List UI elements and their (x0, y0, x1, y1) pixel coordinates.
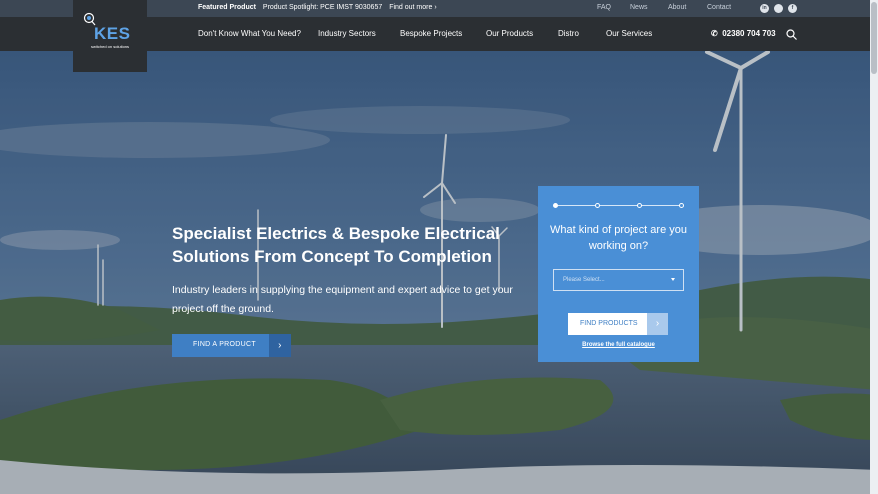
nav-item-our-products[interactable]: Our Products (486, 29, 533, 38)
step-dot-3 (637, 203, 642, 208)
phone-number: 02380 704 703 (722, 29, 776, 38)
step-dot-2 (595, 203, 600, 208)
nav-item-dont-know[interactable]: Don't Know What You Need? (198, 29, 301, 38)
top-link-contact[interactable]: Contact (707, 4, 731, 11)
hero-subtext: Industry leaders in supplying the equipm… (172, 284, 513, 315)
nav-item-industry-sectors[interactable]: Industry Sectors (318, 29, 376, 38)
chevron-right-icon: › (647, 313, 668, 335)
project-question: What kind of project are you working on? (550, 224, 687, 252)
project-finder-panel: What kind of project are you working on?… (538, 186, 699, 362)
hero-headline: Specialist Electrics & Bespoke Electrica… (172, 224, 500, 266)
top-link-faq[interactable]: FAQ (597, 4, 611, 11)
nav-item-our-services[interactable]: Our Services (606, 29, 652, 38)
find-a-product-button[interactable]: FIND A PRODUCT › (172, 334, 291, 357)
featured-product-strip: Featured Product Product Spotlight: PCE … (198, 4, 437, 11)
nav-item-bespoke-projects[interactable]: Bespoke Projects (400, 29, 462, 38)
step-dot-1 (553, 203, 558, 208)
logo-text: KES (94, 24, 131, 43)
phone-link[interactable]: ✆ 02380 704 703 (711, 29, 776, 38)
logo-tagline: switched on solutions (91, 44, 130, 49)
twitter-icon[interactable] (774, 4, 783, 13)
site-logo[interactable]: KES switched on solutions (73, 0, 147, 72)
browse-catalogue-link[interactable]: Browse the full catalogue (538, 342, 699, 348)
page-scrollbar[interactable] (870, 0, 878, 494)
top-link-news[interactable]: News (630, 4, 648, 11)
search-icon[interactable] (786, 29, 797, 40)
caret-down-icon (671, 278, 675, 281)
nav-item-distro[interactable]: Distro (558, 29, 579, 38)
project-type-select[interactable]: Please Select... (553, 269, 684, 291)
step-dot-4 (679, 203, 684, 208)
find-products-button[interactable]: FIND PRODUCTS › (568, 313, 668, 335)
featured-label: Featured Product (198, 4, 256, 11)
find-out-more-link[interactable]: Find out more › (389, 4, 436, 11)
phone-icon: ✆ (711, 29, 718, 38)
step-progress (553, 203, 684, 209)
chevron-right-icon: › (269, 334, 291, 357)
spotlight-link[interactable]: Product Spotlight: PCE IMST 9030657 (263, 4, 382, 11)
top-link-about[interactable]: About (668, 4, 686, 11)
scrollbar-thumb[interactable] (871, 2, 877, 74)
facebook-icon[interactable]: f (788, 4, 797, 13)
linkedin-icon[interactable]: in (760, 4, 769, 13)
